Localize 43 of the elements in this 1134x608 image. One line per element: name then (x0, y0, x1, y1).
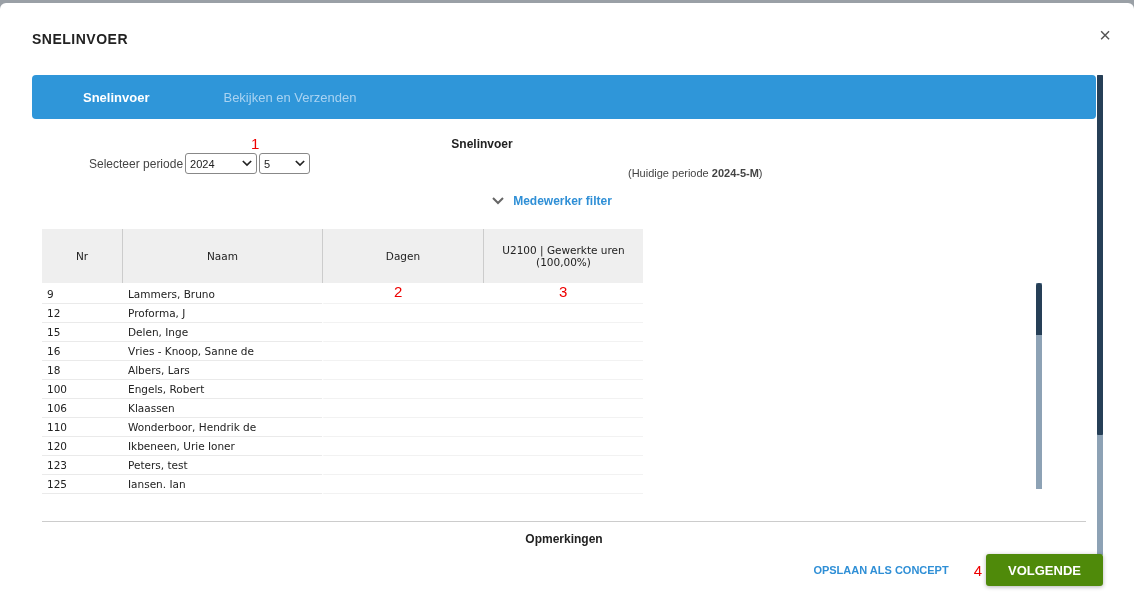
table-cell: Proforma, J (122, 304, 322, 323)
annotation-number: 2 (394, 283, 403, 301)
table-cell: 110 (42, 418, 122, 437)
column-header[interactable]: U2100 | Gewerkte uren (100,00%) (483, 229, 643, 283)
column-header[interactable]: Nr (42, 229, 122, 283)
table-cell: 125 (42, 475, 122, 494)
table-cell: 120 (42, 437, 122, 456)
table-cell: Delen, Inge (122, 323, 322, 342)
month-select[interactable]: 5 (259, 153, 311, 174)
table-cell: Klaassen (122, 399, 322, 418)
column-header[interactable]: Naam (122, 229, 322, 283)
table-cell: 16 (42, 342, 122, 361)
table-cell: 15 (42, 323, 122, 342)
table-cell: Peters, test (122, 456, 322, 475)
year-select[interactable]: 2024 (185, 153, 258, 174)
table-cell: Albers, Lars (122, 361, 322, 380)
annotation-number: 4 (973, 561, 982, 579)
period-label: Selecteer periode (89, 156, 184, 171)
section-heading: Opmerkingen (524, 532, 604, 546)
scrollbar[interactable] (1097, 75, 1103, 555)
section-heading: Snelinvoer (451, 137, 513, 151)
table-cell: Ikbeneen, Urie Ioner (122, 437, 322, 456)
table-cell: 100 (42, 380, 122, 399)
scrollbar[interactable] (1036, 283, 1042, 489)
chevron-icon (242, 160, 253, 167)
annotation-number: 3 (559, 283, 568, 301)
annotation-number: 1 (251, 135, 260, 152)
table-cell: 18 (42, 361, 122, 380)
current-period: (Huidige periode 2024-5-M) (628, 167, 764, 179)
dialog-title: SNELINVOER (32, 31, 128, 47)
close-button[interactable]: × (1099, 23, 1111, 47)
table-cell: Iansen. Ian (122, 475, 322, 494)
table-cell: Engels, Robert (122, 380, 322, 399)
column-header[interactable]: Dagen (322, 229, 483, 283)
table-cell: 12 (42, 304, 122, 323)
table-cell: 106 (42, 399, 122, 418)
chevron-icon (295, 160, 306, 167)
table-cell: 9 (42, 285, 122, 304)
table-cell: Wonderboor, Hendrik de (122, 418, 322, 437)
table-cell: 123 (42, 456, 122, 475)
table-cell: Lammers, Bruno (122, 285, 322, 304)
table-cell: Vries - Knoop, Sanne de (122, 342, 322, 361)
next-button[interactable]: VOLGENDE (986, 554, 1103, 586)
